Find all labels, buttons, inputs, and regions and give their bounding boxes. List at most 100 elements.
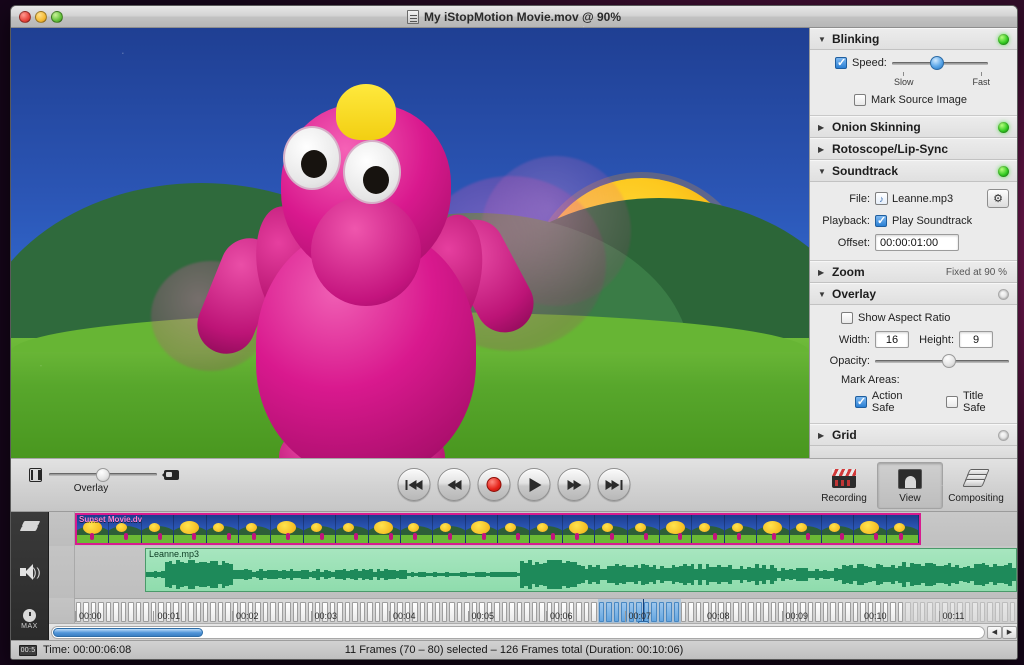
section-header-blinking[interactable]: ▼ Blinking <box>810 28 1017 50</box>
scrollbar-trough[interactable] <box>51 626 985 639</box>
timeline-ruler[interactable]: 00:00 00:01 00:02 00:03 00:04 00:05 00:06 00:07… <box>75 598 1017 624</box>
title-safe-checkbox[interactable] <box>946 396 958 408</box>
mark-source-image-checkbox[interactable] <box>854 94 866 106</box>
scroll-right-icon[interactable]: ▶ <box>1002 626 1017 639</box>
clock-icon <box>23 609 36 622</box>
action-safe-checkbox[interactable] <box>855 396 867 408</box>
filmstrip-frame[interactable] <box>692 515 724 543</box>
video-canvas[interactable] <box>11 28 809 458</box>
filmstrip-frame[interactable] <box>142 515 174 543</box>
frame-sun <box>149 523 160 532</box>
filmstrip-frame[interactable] <box>369 515 401 543</box>
filmstrip-frame[interactable] <box>304 515 336 543</box>
status-led-overlay[interactable] <box>998 289 1009 300</box>
chevron-down-icon[interactable]: ▼ <box>818 35 827 44</box>
video-lane[interactable]: Sunset Movie.dv <box>75 512 1017 546</box>
chevron-down-icon[interactable]: ▼ <box>818 167 827 176</box>
filmstrip-thumbnails <box>77 515 919 543</box>
frame-sun <box>602 523 613 532</box>
section-header-zoom[interactable]: ▶ Zoom Fixed at 90 % <box>810 261 1017 283</box>
height-input[interactable]: 9 <box>959 331 993 348</box>
file-label: File: <box>818 193 870 205</box>
frame-puppet <box>806 533 810 540</box>
filmstrip-frame[interactable] <box>660 515 692 543</box>
overlay-blend-slider[interactable] <box>49 469 157 481</box>
filmstrip-frame[interactable] <box>336 515 368 543</box>
scrollbar-thumb[interactable] <box>53 628 203 637</box>
minimize-button[interactable] <box>35 11 47 23</box>
go-to-start-button[interactable] <box>398 468 431 501</box>
mode-view[interactable]: View <box>877 462 943 509</box>
filmstrip-frame[interactable] <box>207 515 239 543</box>
filmstrip-frame[interactable] <box>887 515 919 543</box>
chevron-down-icon[interactable]: ▼ <box>818 290 827 299</box>
timeline-scrollbar[interactable]: ◀ ▶ <box>49 623 1017 640</box>
filmstrip-frame[interactable] <box>563 515 595 543</box>
chevron-right-icon[interactable]: ▶ <box>818 145 827 154</box>
soundtrack-file-chip[interactable]: ♪ Leanne.mp3 <box>875 192 953 205</box>
section-title-overlay: Overlay <box>832 287 876 301</box>
go-to-end-button[interactable] <box>598 468 631 501</box>
audio-lane[interactable]: Leanne.mp3 <box>75 546 1017 598</box>
filmstrip-frame[interactable] <box>401 515 433 543</box>
chevron-right-icon[interactable]: ▶ <box>818 268 827 277</box>
filmstrip-frame[interactable] <box>466 515 498 543</box>
status-led-onion-skinning[interactable] <box>998 122 1009 133</box>
speed-slider[interactable] <box>892 57 988 69</box>
status-led-soundtrack[interactable] <box>998 166 1009 177</box>
timeline: )) MAX Sunset Movie.dv Leanne.mp3 00:00 … <box>11 512 1017 641</box>
timescale-header[interactable]: MAX <box>11 598 48 641</box>
fast-forward-button[interactable] <box>558 468 591 501</box>
mode-recording[interactable]: Recording <box>811 462 877 509</box>
zoom-button[interactable] <box>51 11 63 23</box>
audio-track-header[interactable]: )) <box>11 546 48 598</box>
frame-puppet <box>354 533 358 540</box>
filmstrip-frame[interactable] <box>790 515 822 543</box>
filmstrip-frame[interactable] <box>271 515 303 543</box>
status-led-grid[interactable] <box>998 430 1009 441</box>
filmstrip-frame[interactable] <box>498 515 530 543</box>
filmstrip-frame[interactable] <box>433 515 465 543</box>
audio-clip[interactable]: Leanne.mp3 <box>145 548 1017 592</box>
safe-areas-row: Action Safe Title Safe <box>818 390 1009 414</box>
window-titlebar[interactable]: My iStopMotion Movie.mov @ 90% <box>11 6 1017 28</box>
filmstrip-frame[interactable] <box>757 515 789 543</box>
rewind-button[interactable] <box>438 468 471 501</box>
filmstrip-frame[interactable] <box>822 515 854 543</box>
section-header-overlay[interactable]: ▼ Overlay <box>810 283 1017 305</box>
section-header-rotoscope[interactable]: ▶ Rotoscope/Lip-Sync <box>810 138 1017 160</box>
width-input[interactable]: 16 <box>875 331 909 348</box>
status-led-blinking[interactable] <box>998 34 1009 45</box>
play-soundtrack-checkbox[interactable] <box>875 215 887 227</box>
section-header-onion-skinning[interactable]: ▶ Onion Skinning <box>810 116 1017 138</box>
filmstrip-frame[interactable] <box>530 515 562 543</box>
frame-sun <box>246 523 257 532</box>
section-header-soundtrack[interactable]: ▼ Soundtrack <box>810 160 1017 182</box>
filmstrip-frame[interactable] <box>595 515 627 543</box>
offset-input[interactable]: 00:00:01:00 <box>875 234 959 251</box>
opacity-slider[interactable] <box>875 355 1009 367</box>
mode-compositing[interactable]: Compositing <box>943 462 1009 509</box>
time-label: 00:09 <box>782 611 809 622</box>
section-header-grid[interactable]: ▶ Grid <box>810 424 1017 446</box>
gear-icon[interactable]: ⚙ <box>987 189 1009 208</box>
mode-view-label: View <box>899 493 921 504</box>
chevron-right-icon[interactable]: ▶ <box>818 431 827 440</box>
play-button[interactable] <box>518 468 551 501</box>
record-button[interactable] <box>478 468 511 501</box>
filmstrip-frame[interactable] <box>239 515 271 543</box>
filmstrip-frame[interactable] <box>174 515 206 543</box>
show-aspect-ratio-checkbox[interactable] <box>841 312 853 324</box>
scroll-left-icon[interactable]: ◀ <box>987 626 1002 639</box>
time-label: 00:03 <box>311 611 338 622</box>
video-track-header[interactable] <box>11 512 48 546</box>
video-clip[interactable]: Sunset Movie.dv <box>75 513 921 545</box>
filmstrip-frame[interactable] <box>628 515 660 543</box>
chevron-right-icon[interactable]: ▶ <box>818 123 827 132</box>
waveform-bar <box>1012 568 1016 580</box>
filmstrip-frame[interactable] <box>725 515 757 543</box>
speed-checkbox[interactable] <box>835 57 847 69</box>
close-button[interactable] <box>19 11 31 23</box>
filmstrip-frame[interactable] <box>854 515 886 543</box>
application-window: My iStopMotion Movie.mov @ 90% ▼ Blinkin… <box>10 5 1018 660</box>
